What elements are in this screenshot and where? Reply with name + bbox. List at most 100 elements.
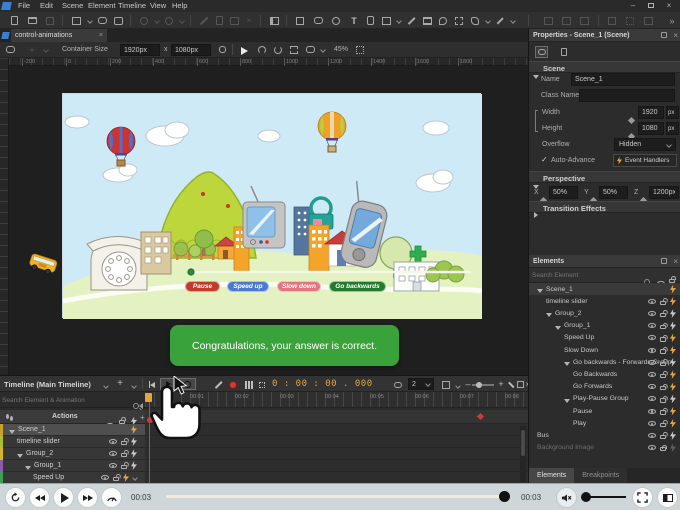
event-flash-icon[interactable]	[670, 407, 676, 416]
lock-icon[interactable]	[660, 362, 666, 367]
group-icon[interactable]	[606, 15, 618, 26]
name-input[interactable]	[571, 73, 675, 86]
timeline-scrollbar[interactable]	[520, 426, 526, 482]
zoom-level-label[interactable]: 45%	[334, 46, 348, 53]
document-tab[interactable]: control-animations ×	[11, 29, 107, 42]
new-document-icon[interactable]	[8, 15, 20, 26]
swap-size-icon[interactable]	[216, 44, 228, 55]
event-flash-icon[interactable]	[131, 449, 137, 458]
timeline-menu-icon[interactable]	[100, 380, 112, 391]
slope-editor-icon[interactable]	[212, 379, 224, 390]
visibility-icon[interactable]	[648, 335, 656, 340]
event-flash-icon[interactable]	[670, 309, 676, 318]
close-button[interactable]: ×	[662, 0, 676, 11]
event-flash-icon[interactable]	[670, 370, 676, 379]
lock-icon[interactable]	[121, 465, 127, 470]
distribute-icon[interactable]	[642, 15, 654, 26]
go-to-start-icon[interactable]	[146, 379, 158, 390]
line-tool-icon[interactable]	[405, 15, 417, 26]
tree-item-go-backwards[interactable]: Go Backwards	[529, 368, 680, 380]
lock-icon[interactable]	[660, 313, 666, 318]
event-flash-icon[interactable]	[670, 321, 676, 330]
loop-playback-button[interactable]	[179, 378, 196, 390]
focus-playhead-icon[interactable]: +	[140, 413, 145, 422]
menu-file[interactable]: File	[18, 0, 30, 12]
track-expand-icon[interactable]	[132, 475, 138, 481]
add-scene-icon[interactable]: +	[26, 44, 38, 55]
canvas-button-speed-up[interactable]: Speed up	[227, 281, 269, 292]
event-flash-icon[interactable]	[670, 394, 676, 403]
lock-icon[interactable]	[121, 453, 127, 458]
playback-speed-button[interactable]	[101, 487, 122, 508]
tree-item-slow-down[interactable]: Slow Down	[529, 344, 680, 356]
event-flash-icon[interactable]	[670, 382, 676, 391]
menu-edit[interactable]: Edit	[40, 0, 53, 12]
align-center-icon[interactable]	[560, 15, 572, 26]
tree-item-bus[interactable]: Bus	[529, 429, 680, 441]
play-timeline-button[interactable]	[160, 378, 177, 390]
ellipse-shape-icon[interactable]	[330, 15, 342, 26]
container-height-input[interactable]	[171, 44, 211, 56]
event-flash-icon[interactable]	[670, 285, 676, 294]
copy-icon[interactable]	[213, 15, 225, 26]
undo-icon[interactable]	[138, 15, 150, 26]
event-flash-icon[interactable]	[670, 358, 676, 367]
ungroup-icon[interactable]	[624, 15, 636, 26]
overflow-select[interactable]: Hidden	[614, 138, 676, 151]
play-button[interactable]	[53, 487, 74, 508]
playhead-handle[interactable]	[145, 393, 152, 402]
align-left-icon[interactable]	[542, 15, 554, 26]
event-flash-icon[interactable]	[123, 473, 129, 482]
menu-element[interactable]: Element	[88, 0, 116, 12]
event-flash-icon[interactable]	[131, 461, 137, 470]
tree-item-pause[interactable]: Pause	[529, 405, 680, 417]
event-flash-icon[interactable]	[131, 437, 137, 446]
embed-icon[interactable]	[453, 15, 465, 26]
tree-item-go-forwards[interactable]: Go Forwards	[529, 381, 680, 393]
lock-icon[interactable]	[660, 349, 666, 354]
playback-progress-knob[interactable]	[499, 491, 510, 502]
tree-item-group-1[interactable]: Group_1	[529, 320, 680, 332]
event-flash-icon[interactable]	[670, 333, 676, 342]
tree-item-play[interactable]: Play	[529, 417, 680, 429]
symbol-icon[interactable]	[469, 15, 481, 26]
timeline-search-input[interactable]	[2, 394, 130, 406]
tree-item-speed-up[interactable]: Speed Up	[529, 332, 680, 344]
visibility-icon[interactable]	[648, 433, 656, 438]
video-icon[interactable]	[421, 15, 433, 26]
event-flash-icon[interactable]	[670, 431, 676, 440]
tree-item-background-image[interactable]: Background Image	[529, 442, 680, 454]
scene-panel-icon[interactable]	[70, 15, 82, 26]
rotate-tool-icon[interactable]	[272, 44, 284, 55]
visibility-icon[interactable]	[648, 348, 656, 353]
canvas-button-pause[interactable]: Pause	[185, 281, 220, 292]
visibility-icon[interactable]	[109, 463, 117, 468]
visibility-icon[interactable]	[109, 439, 117, 444]
event-flash-icon[interactable]	[670, 297, 676, 306]
open-folder-icon[interactable]	[26, 15, 38, 26]
tree-item-go-backwards-forwards-group[interactable]: Go backwards - Forwards Group	[529, 356, 680, 368]
timeline-keyframe-area[interactable]	[145, 424, 528, 484]
scenes-panel-toggle-icon[interactable]	[4, 44, 16, 55]
pin-elements-icon[interactable]	[661, 258, 667, 264]
symbol-dropdown-icon[interactable]	[482, 15, 494, 26]
scene-canvas[interactable]: PauseSpeed upSlow downGo backwards	[62, 93, 481, 318]
tab-breakpoints[interactable]: Breakpoints	[574, 468, 627, 483]
side-panel-button[interactable]	[657, 487, 678, 508]
lock-icon[interactable]	[660, 301, 666, 306]
tab-close-icon[interactable]: ×	[99, 32, 103, 39]
rounded-rect-shape-icon[interactable]	[312, 15, 324, 26]
event-flash-icon[interactable]	[131, 425, 137, 434]
tree-item-group-2[interactable]: Group_2	[529, 307, 680, 319]
lock-icon[interactable]	[660, 386, 666, 391]
scene-section-header[interactable]: Scene	[529, 61, 680, 73]
timeline-zoom-slider[interactable]	[472, 384, 494, 386]
mute-button[interactable]	[556, 487, 577, 508]
tab-elements[interactable]: Elements	[529, 468, 574, 483]
fullscreen-button[interactable]	[632, 487, 653, 508]
lock-icon[interactable]	[660, 325, 666, 330]
rectangle-shape-icon[interactable]	[294, 15, 306, 26]
menu-scene[interactable]: Scene	[62, 0, 83, 12]
canvas-button-slow-down[interactable]: Slow down	[277, 281, 321, 292]
undo-dropdown-icon[interactable]	[151, 15, 163, 26]
